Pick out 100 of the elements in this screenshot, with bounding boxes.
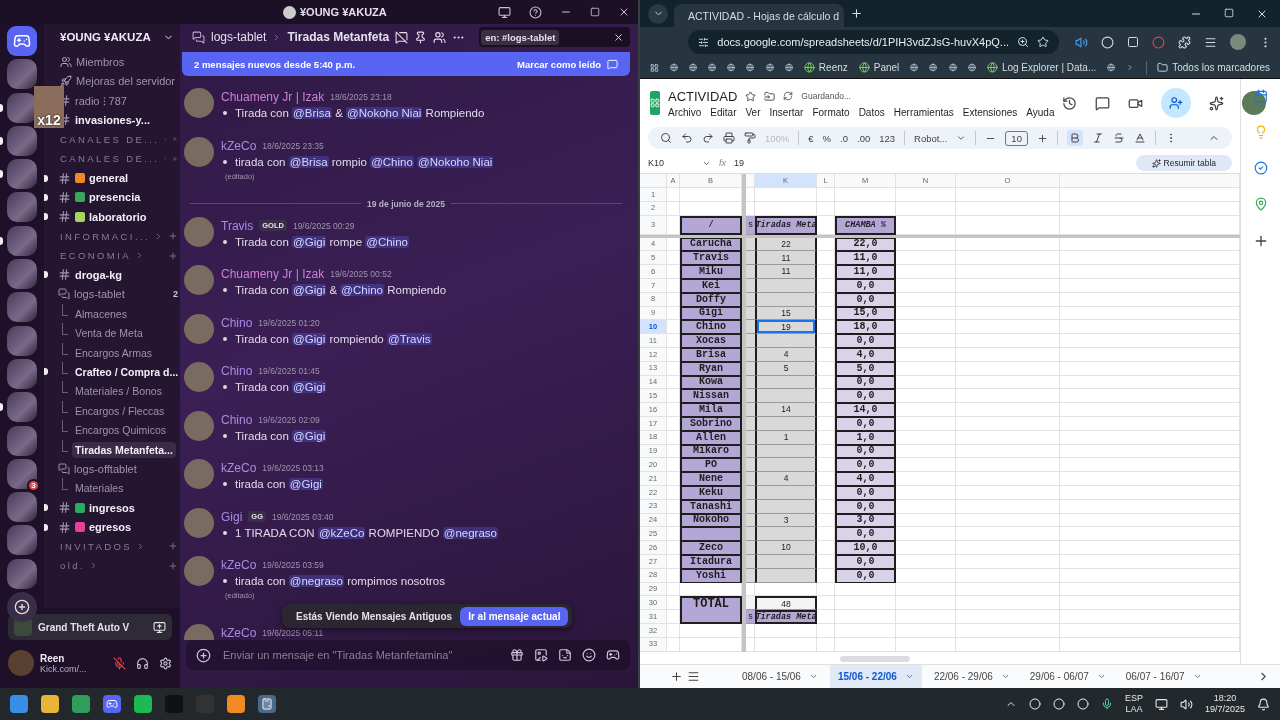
mention-link[interactable]: @Travis <box>386 332 432 345</box>
document-title[interactable]: ACTIVIDAD <box>668 88 738 104</box>
currency-button[interactable]: € <box>808 132 814 144</box>
channel-item[interactable]: droga-kg <box>75 269 123 281</box>
menu-item[interactable]: Editar <box>710 106 737 118</box>
channel-item[interactable]: laboratorio <box>89 210 147 223</box>
table-cell[interactable]: 10 <box>755 541 817 555</box>
menu-item[interactable]: Ver <box>745 106 761 118</box>
thread-item[interactable]: Crafteo / Compra d... <box>72 363 182 380</box>
author-name[interactable]: Gigi <box>221 509 243 524</box>
menu-item[interactable]: Formato <box>812 106 850 118</box>
channel-item[interactable]: egresos <box>89 521 132 534</box>
category-label[interactable]: INVITADOS <box>60 540 133 552</box>
channel-item[interactable]: presencia <box>89 191 141 204</box>
mention-link[interactable]: @Chino <box>340 284 385 296</box>
mark-read-button[interactable]: Marcar como leído <box>517 58 618 70</box>
author-name[interactable]: kZeCo <box>221 626 257 640</box>
mention-link[interactable]: @Brisa <box>292 107 332 119</box>
category-label[interactable]: INFORMACI... <box>60 230 151 242</box>
channel-item[interactable]: radio ⁝ 787 <box>75 92 127 108</box>
sheet-tab[interactable]: 29/06 - 06/07 <box>1021 664 1114 688</box>
channel-link[interactable]: Mejoras del servidor <box>76 75 176 88</box>
mention-link[interactable]: @Chino <box>370 155 414 168</box>
jump-to-present-button[interactable]: Ir al mensaje actual <box>460 606 569 626</box>
author-name[interactable]: Travis <box>221 218 254 233</box>
menu-item[interactable]: Insertar <box>769 106 804 118</box>
message-input[interactable]: Enviar un mensaje en "Tiradas Metanfetamina" <box>221 648 500 662</box>
table-cell[interactable]: 11 <box>755 265 817 279</box>
menu-item[interactable]: Ayuda <box>1026 106 1055 118</box>
author-name[interactable]: Chuameny Jr | Izak <box>221 267 325 281</box>
bookmark-link[interactable]: Reenz <box>803 62 848 73</box>
number-format-button[interactable]: 123 <box>879 132 896 144</box>
author-name[interactable]: kZeCo <box>221 558 257 572</box>
cell-reference[interactable]: K10 <box>648 158 694 168</box>
bookmark-link[interactable]: Panel <box>858 62 900 73</box>
formula-field[interactable]: 19 <box>734 158 745 168</box>
channel-item[interactable]: general <box>89 172 129 185</box>
sheet-tab[interactable]: 15/06 - 22/06 <box>829 664 922 688</box>
sheet-tab[interactable]: 08/06 - 15/06 <box>734 664 826 688</box>
menu-item[interactable]: Extensiones <box>962 106 1018 118</box>
forum-channel[interactable]: logs-offtablet <box>74 462 137 475</box>
thread-item[interactable]: Encargos / Fleccas <box>72 402 168 419</box>
table-cell[interactable]: 4 <box>755 472 817 486</box>
font-select[interactable]: Robot... <box>914 132 948 144</box>
table-cell[interactable]: 19 <box>755 320 817 335</box>
sheet-tab[interactable]: 22/06 - 29/06 <box>925 664 1018 688</box>
author-name[interactable]: kZeCo <box>221 461 257 475</box>
mention-link[interactable]: @Nokoho Niai <box>346 107 423 119</box>
breadcrumb-link[interactable]: logs-tablet <box>211 30 267 44</box>
menu-item[interactable]: Datos <box>858 106 885 118</box>
address-bar[interactable]: docs.google.com/spreadsheets/d/1PIH3vdZJsG-huvX4pQ... <box>688 30 1059 54</box>
author-name[interactable]: Chino <box>221 315 253 330</box>
mention-link[interactable]: @Gigi <box>292 332 327 345</box>
mention-link[interactable]: @negraso <box>288 575 344 587</box>
category-label[interactable]: old. <box>60 560 85 572</box>
mention-link[interactable]: @Gigi <box>288 478 323 490</box>
server-name[interactable]: ¥OUNG ¥AKUZA <box>44 24 180 50</box>
sheet-tab[interactable]: 06/07 - 16/07 <box>1117 664 1210 688</box>
thread-item[interactable]: Venta de Meta <box>72 325 146 342</box>
category-label[interactable]: CANALES DE... <box>60 133 160 145</box>
mention-link[interactable]: @Brisa <box>288 155 329 168</box>
search-field[interactable]: en: #logs-tablet <box>479 27 630 47</box>
percent-button[interactable]: % <box>822 132 832 144</box>
font-size-field[interactable]: 10 <box>1005 130 1028 146</box>
mention-link[interactable]: @Gigi <box>292 235 327 248</box>
mention-link[interactable]: @Gigi <box>292 429 327 442</box>
mention-link[interactable]: @Gigi <box>292 381 327 393</box>
mention-link[interactable]: @Gigi <box>292 284 327 296</box>
search-scope-chip[interactable]: en: #logs-tablet <box>481 29 560 45</box>
mention-link[interactable]: @Nokoho Niai <box>417 155 494 168</box>
channel-item[interactable]: invasiones-y... <box>75 113 150 126</box>
category-label[interactable]: CANALES DE... <box>60 153 160 165</box>
bookmark-link[interactable]: Log Explorer | Data... <box>986 62 1097 73</box>
message-field[interactable]: Enviar un mensaje en "Tiradas Metanfetamina" <box>186 640 630 670</box>
thread-item[interactable]: Encargos Quimicos <box>72 422 170 439</box>
table-cell[interactable]: 11 <box>755 251 817 266</box>
mention-link[interactable]: @kZeCo <box>317 526 366 539</box>
browser-tab[interactable]: ACTIVIDAD - Hojas de cálculo d <box>674 4 844 27</box>
thread-item[interactable]: Almacenes <box>72 305 130 322</box>
thread-item[interactable]: Tiradas Metanfeta... <box>72 441 176 458</box>
decrease-decimals-button[interactable]: .0 <box>840 132 848 144</box>
category-label[interactable]: ECONOMIA <box>60 250 131 262</box>
menu-item[interactable]: Herramientas <box>893 106 954 118</box>
summarize-button[interactable]: Resumir tabla <box>1135 155 1232 171</box>
table-cell[interactable]: 14 <box>755 403 817 417</box>
author-name[interactable]: Chino <box>221 412 253 427</box>
forum-channel[interactable]: logs-tablet <box>74 288 125 301</box>
thread-item[interactable]: Materiales <box>72 480 127 497</box>
language-indicator[interactable]: ESP LAA <box>1124 693 1143 715</box>
clock[interactable]: 18:20 19/7/2025 <box>1204 693 1245 715</box>
author-name[interactable]: kZeCo <box>221 138 257 153</box>
channel-item[interactable]: ingresos <box>89 501 135 514</box>
thread-item[interactable]: Encargos Armas <box>72 344 156 361</box>
increase-decimals-button[interactable]: .00 <box>857 132 871 144</box>
bookmarks-folder[interactable]: Todos los marcadores <box>1157 62 1271 73</box>
mention-link[interactable]: @Chino <box>365 235 409 248</box>
author-name[interactable]: Chuameny Jr | Izak <box>221 90 325 104</box>
author-name[interactable]: Chino <box>221 364 253 378</box>
mention-link[interactable]: @negraso <box>442 526 498 539</box>
thread-item[interactable]: Materiales / Bonos <box>72 383 165 400</box>
